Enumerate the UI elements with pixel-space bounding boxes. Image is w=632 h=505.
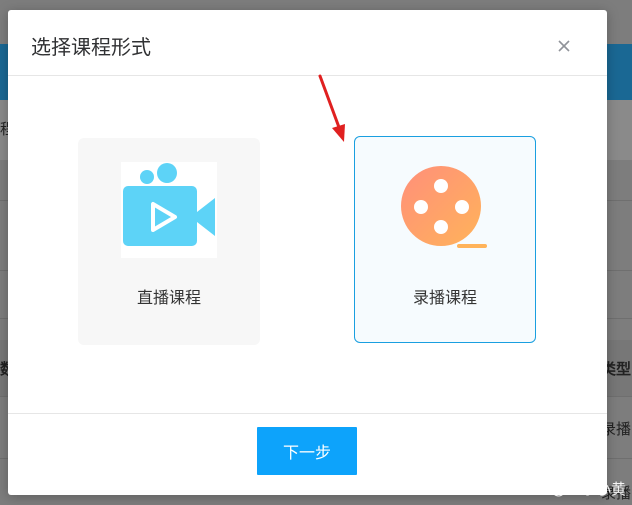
video-camera-icon [121,162,217,258]
course-type-dialog: 选择课程形式 直播课程 录播课程 下一步 [8,10,607,495]
dialog-title: 选择课程形式 [31,35,151,59]
film-reel-icon [397,162,493,258]
dialog-header: 选择课程形式 [8,10,607,76]
next-step-button[interactable]: 下一步 [257,427,357,475]
close-icon[interactable] [554,36,574,56]
annotation-arrow-icon [318,74,345,142]
watermark: CSDN @皇家小黄 [503,480,626,498]
option-recorded-course[interactable]: 录播课程 [354,136,536,343]
option-live-label: 直播课程 [136,288,201,307]
option-recorded-label: 录播课程 [412,288,477,307]
option-live-course[interactable]: 直播课程 [78,138,260,345]
